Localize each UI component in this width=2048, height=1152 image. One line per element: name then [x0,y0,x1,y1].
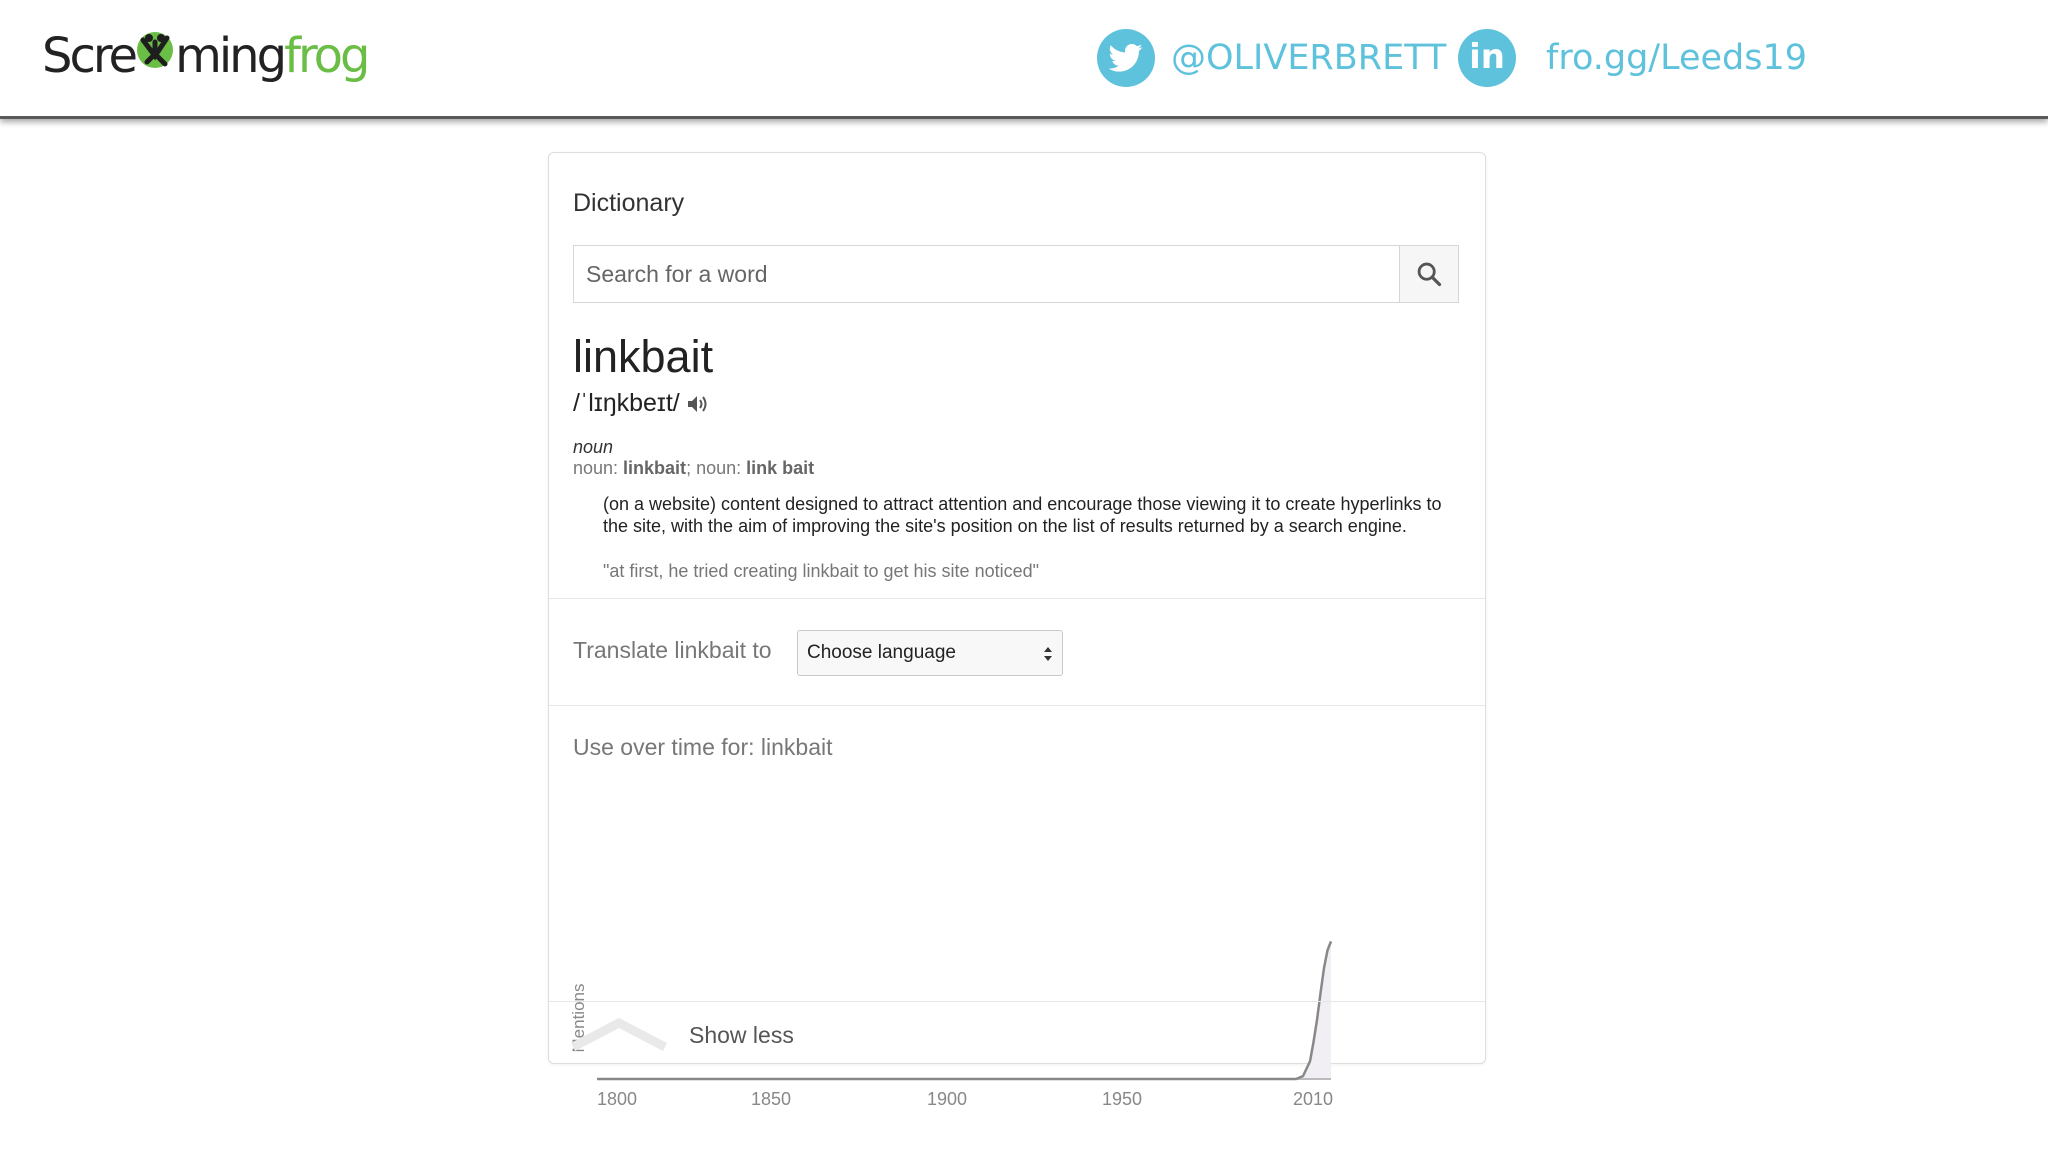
phonetic-text: /ˈlɪŋkbeɪt/ [573,389,680,417]
pronunciation: /ˈlɪŋkbeɪt/ [573,389,710,418]
section-divider [549,1001,1485,1002]
x-tick-label: 1950 [1102,1089,1142,1109]
usage-chart: Mentions1800 1850 1900 1950 2010 [569,940,1333,1109]
search-input[interactable] [574,246,1399,302]
series-line [597,940,1333,1081]
twitter-bird-icon [1097,29,1155,87]
x-tick-label: 2010 [1293,1089,1333,1109]
speaker-icon[interactable] [686,393,710,415]
slide-header: Scre mingfrog @OLIVERBRETT in fro.gg/Lee… [0,0,2048,119]
form-1: linkbait [623,458,687,478]
linkedin-icon: in [1458,29,1516,87]
section-divider [549,598,1485,599]
example-sentence: "at first, he tried creating linkbait to… [603,561,1039,581]
logo-text-part-1: Scre [42,28,138,84]
chevron-up-icon[interactable] [569,1015,669,1053]
usage-title: Use over time for: linkbait [573,734,833,760]
twitter-link[interactable]: @OLIVERBRETT [1097,29,1446,87]
forms-separator: ; noun: [686,458,747,478]
word-forms: noun: linkbait; noun: link bait [573,458,814,479]
logo-text-part-2: ming [175,28,287,84]
logo-text-part-3: frog [284,28,370,84]
linkedin-icon-label: in [1469,37,1505,77]
headword: linkbait [573,331,714,382]
twitter-handle: @OLIVERBRETT [1171,38,1447,78]
form-2: link bait [746,458,815,478]
frog-logo-icon [133,26,177,86]
select-arrows-icon [1044,647,1052,661]
x-tick-label: 1800 [597,1089,637,1109]
language-select-value: Choose language [807,642,956,663]
section-divider [549,705,1485,706]
x-tick-label: 1900 [927,1089,967,1109]
search-button[interactable] [1399,246,1458,302]
screaming-frog-logo: Scre mingfrog [42,26,370,86]
dictionary-card: Dictionary linkbait /ˈlɪŋkbeɪt/ noun nou… [548,152,1486,1109]
search-icon [1417,262,1442,287]
forms-prefix: noun: [573,458,624,478]
language-select[interactable]: Choose language [797,630,1063,676]
definition: (on a website) content designed to attra… [603,494,1442,536]
word-search-box [573,245,1459,303]
show-less-button[interactable]: Show less [689,1022,794,1049]
part-of-speech: noun [573,437,614,457]
translate-label: Translate linkbait to [573,637,772,663]
short-link-url: fro.gg/Leeds19 [1546,38,1808,78]
series-area [1278,941,1331,1079]
x-tick-label: 1850 [751,1089,791,1109]
card-title: Dictionary [573,189,685,217]
short-link[interactable]: in fro.gg/Leeds19 [1458,29,1807,87]
